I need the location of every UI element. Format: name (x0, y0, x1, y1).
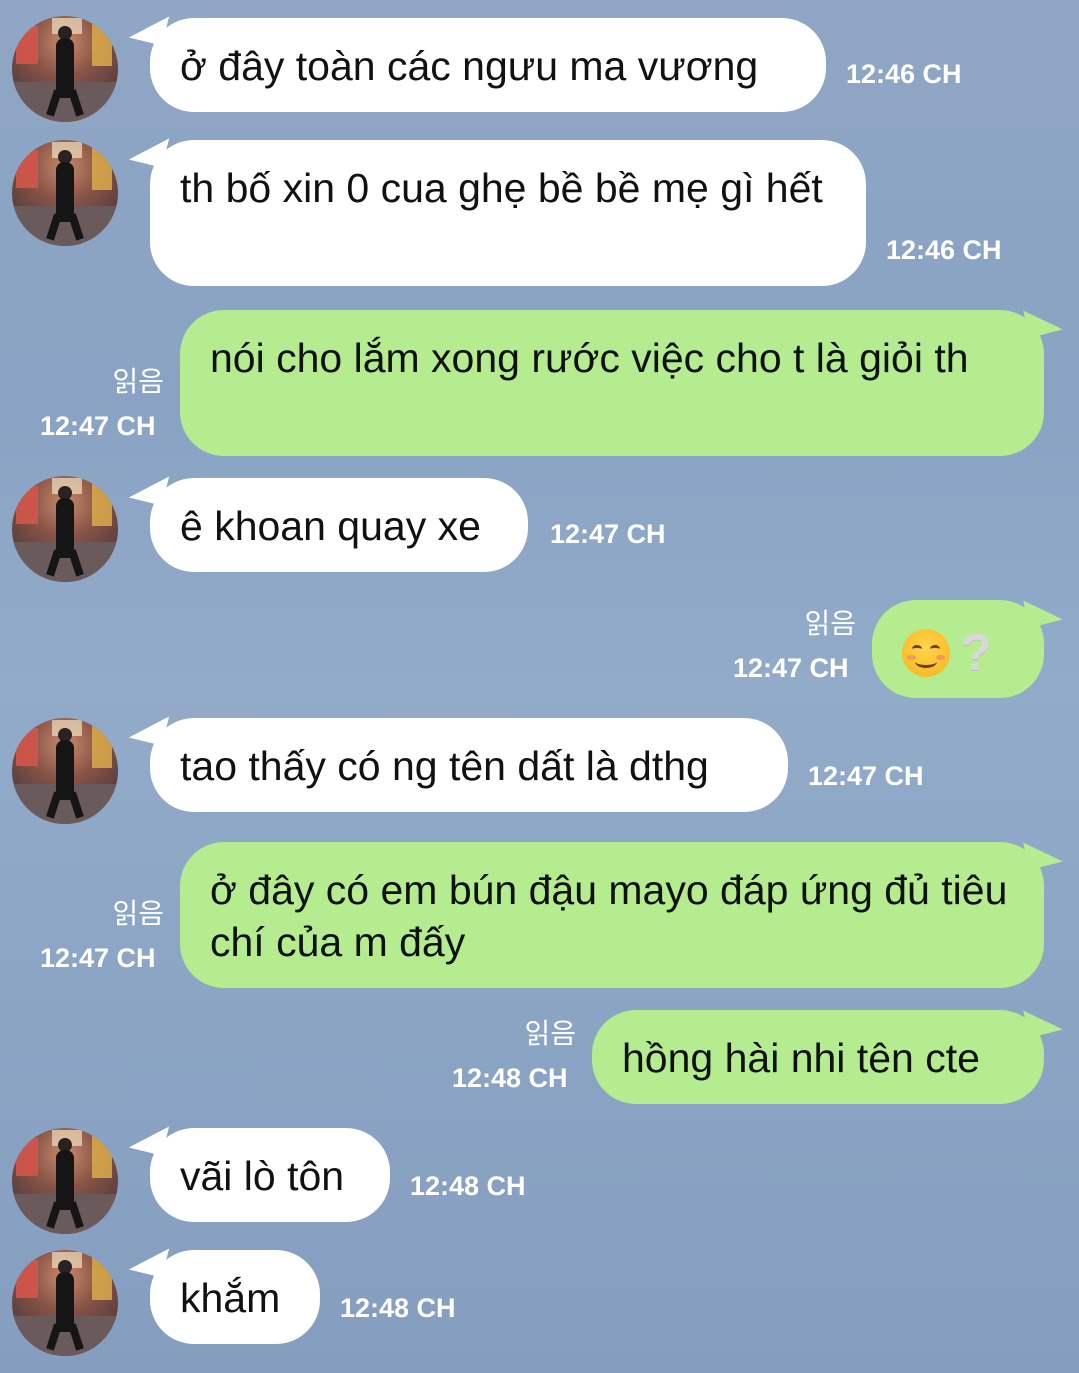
message-text: nói cho lắm xong rước việc cho t là giỏi… (210, 335, 969, 381)
message-text: th bố xin 0 cua ghẹ bề bề mẹ gì hết (180, 165, 823, 211)
outgoing-message-bubble[interactable]: nói cho lắm xong rước việc cho t là giỏi… (180, 310, 1044, 456)
message-text: tao thấy có ng tên dất là dthg (180, 743, 709, 789)
message-timestamp: 12:47 CH (808, 761, 924, 791)
outgoing-message-bubble[interactable]: ? (872, 600, 1044, 698)
incoming-message-bubble[interactable]: khắm (150, 1250, 320, 1344)
message-timestamp: 12:47 CH (40, 943, 156, 973)
contact-avatar[interactable] (12, 16, 118, 122)
incoming-message-bubble[interactable]: th bố xin 0 cua ghẹ bề bề mẹ gì hết (150, 140, 866, 286)
message-timestamp: 12:46 CH (846, 59, 962, 89)
message-timestamp: 12:48 CH (410, 1171, 526, 1201)
outgoing-message-bubble[interactable]: ở đây có em bún đậu mayo đáp ứng đủ tiêu… (180, 842, 1044, 988)
message-text: ở đây toàn các ngưu ma vương (180, 43, 759, 89)
message-timestamp: 12:46 CH (886, 235, 1002, 265)
incoming-message-bubble[interactable]: ê khoan quay xe (150, 478, 528, 572)
question-mark-icon: ? (960, 624, 992, 683)
message-timestamp: 12:47 CH (40, 411, 156, 441)
read-receipt: 읽음 (112, 898, 164, 929)
read-receipt: 읽음 (804, 608, 856, 639)
message-timestamp: 12:47 CH (550, 519, 666, 549)
message-text: ê khoan quay xe (180, 503, 481, 549)
contact-avatar[interactable] (12, 718, 118, 824)
message-text: vãi lò tôn (180, 1153, 345, 1199)
smiling-face-icon (902, 629, 950, 678)
contact-avatar[interactable] (12, 476, 118, 582)
message-text: khắm (180, 1275, 281, 1321)
read-receipt: 읽음 (524, 1018, 576, 1049)
outgoing-message-bubble[interactable]: hồng hài nhi tên cte (592, 1010, 1044, 1104)
message-text: hồng hài nhi tên cte (622, 1035, 980, 1081)
incoming-message-bubble[interactable]: tao thấy có ng tên dất là dthg (150, 718, 788, 812)
message-text: ở đây có em bún đậu mayo đáp ứng đủ tiêu… (210, 867, 1008, 965)
incoming-message-bubble[interactable]: ở đây toàn các ngưu ma vương (150, 18, 826, 112)
contact-avatar[interactable] (12, 1250, 118, 1356)
message-timestamp: 12:48 CH (340, 1293, 456, 1323)
read-receipt: 읽음 (112, 366, 164, 397)
message-timestamp: 12:48 CH (452, 1063, 568, 1093)
incoming-message-bubble[interactable]: vãi lò tôn (150, 1128, 390, 1222)
message-timestamp: 12:47 CH (733, 653, 849, 683)
contact-avatar[interactable] (12, 140, 118, 246)
contact-avatar[interactable] (12, 1128, 118, 1234)
